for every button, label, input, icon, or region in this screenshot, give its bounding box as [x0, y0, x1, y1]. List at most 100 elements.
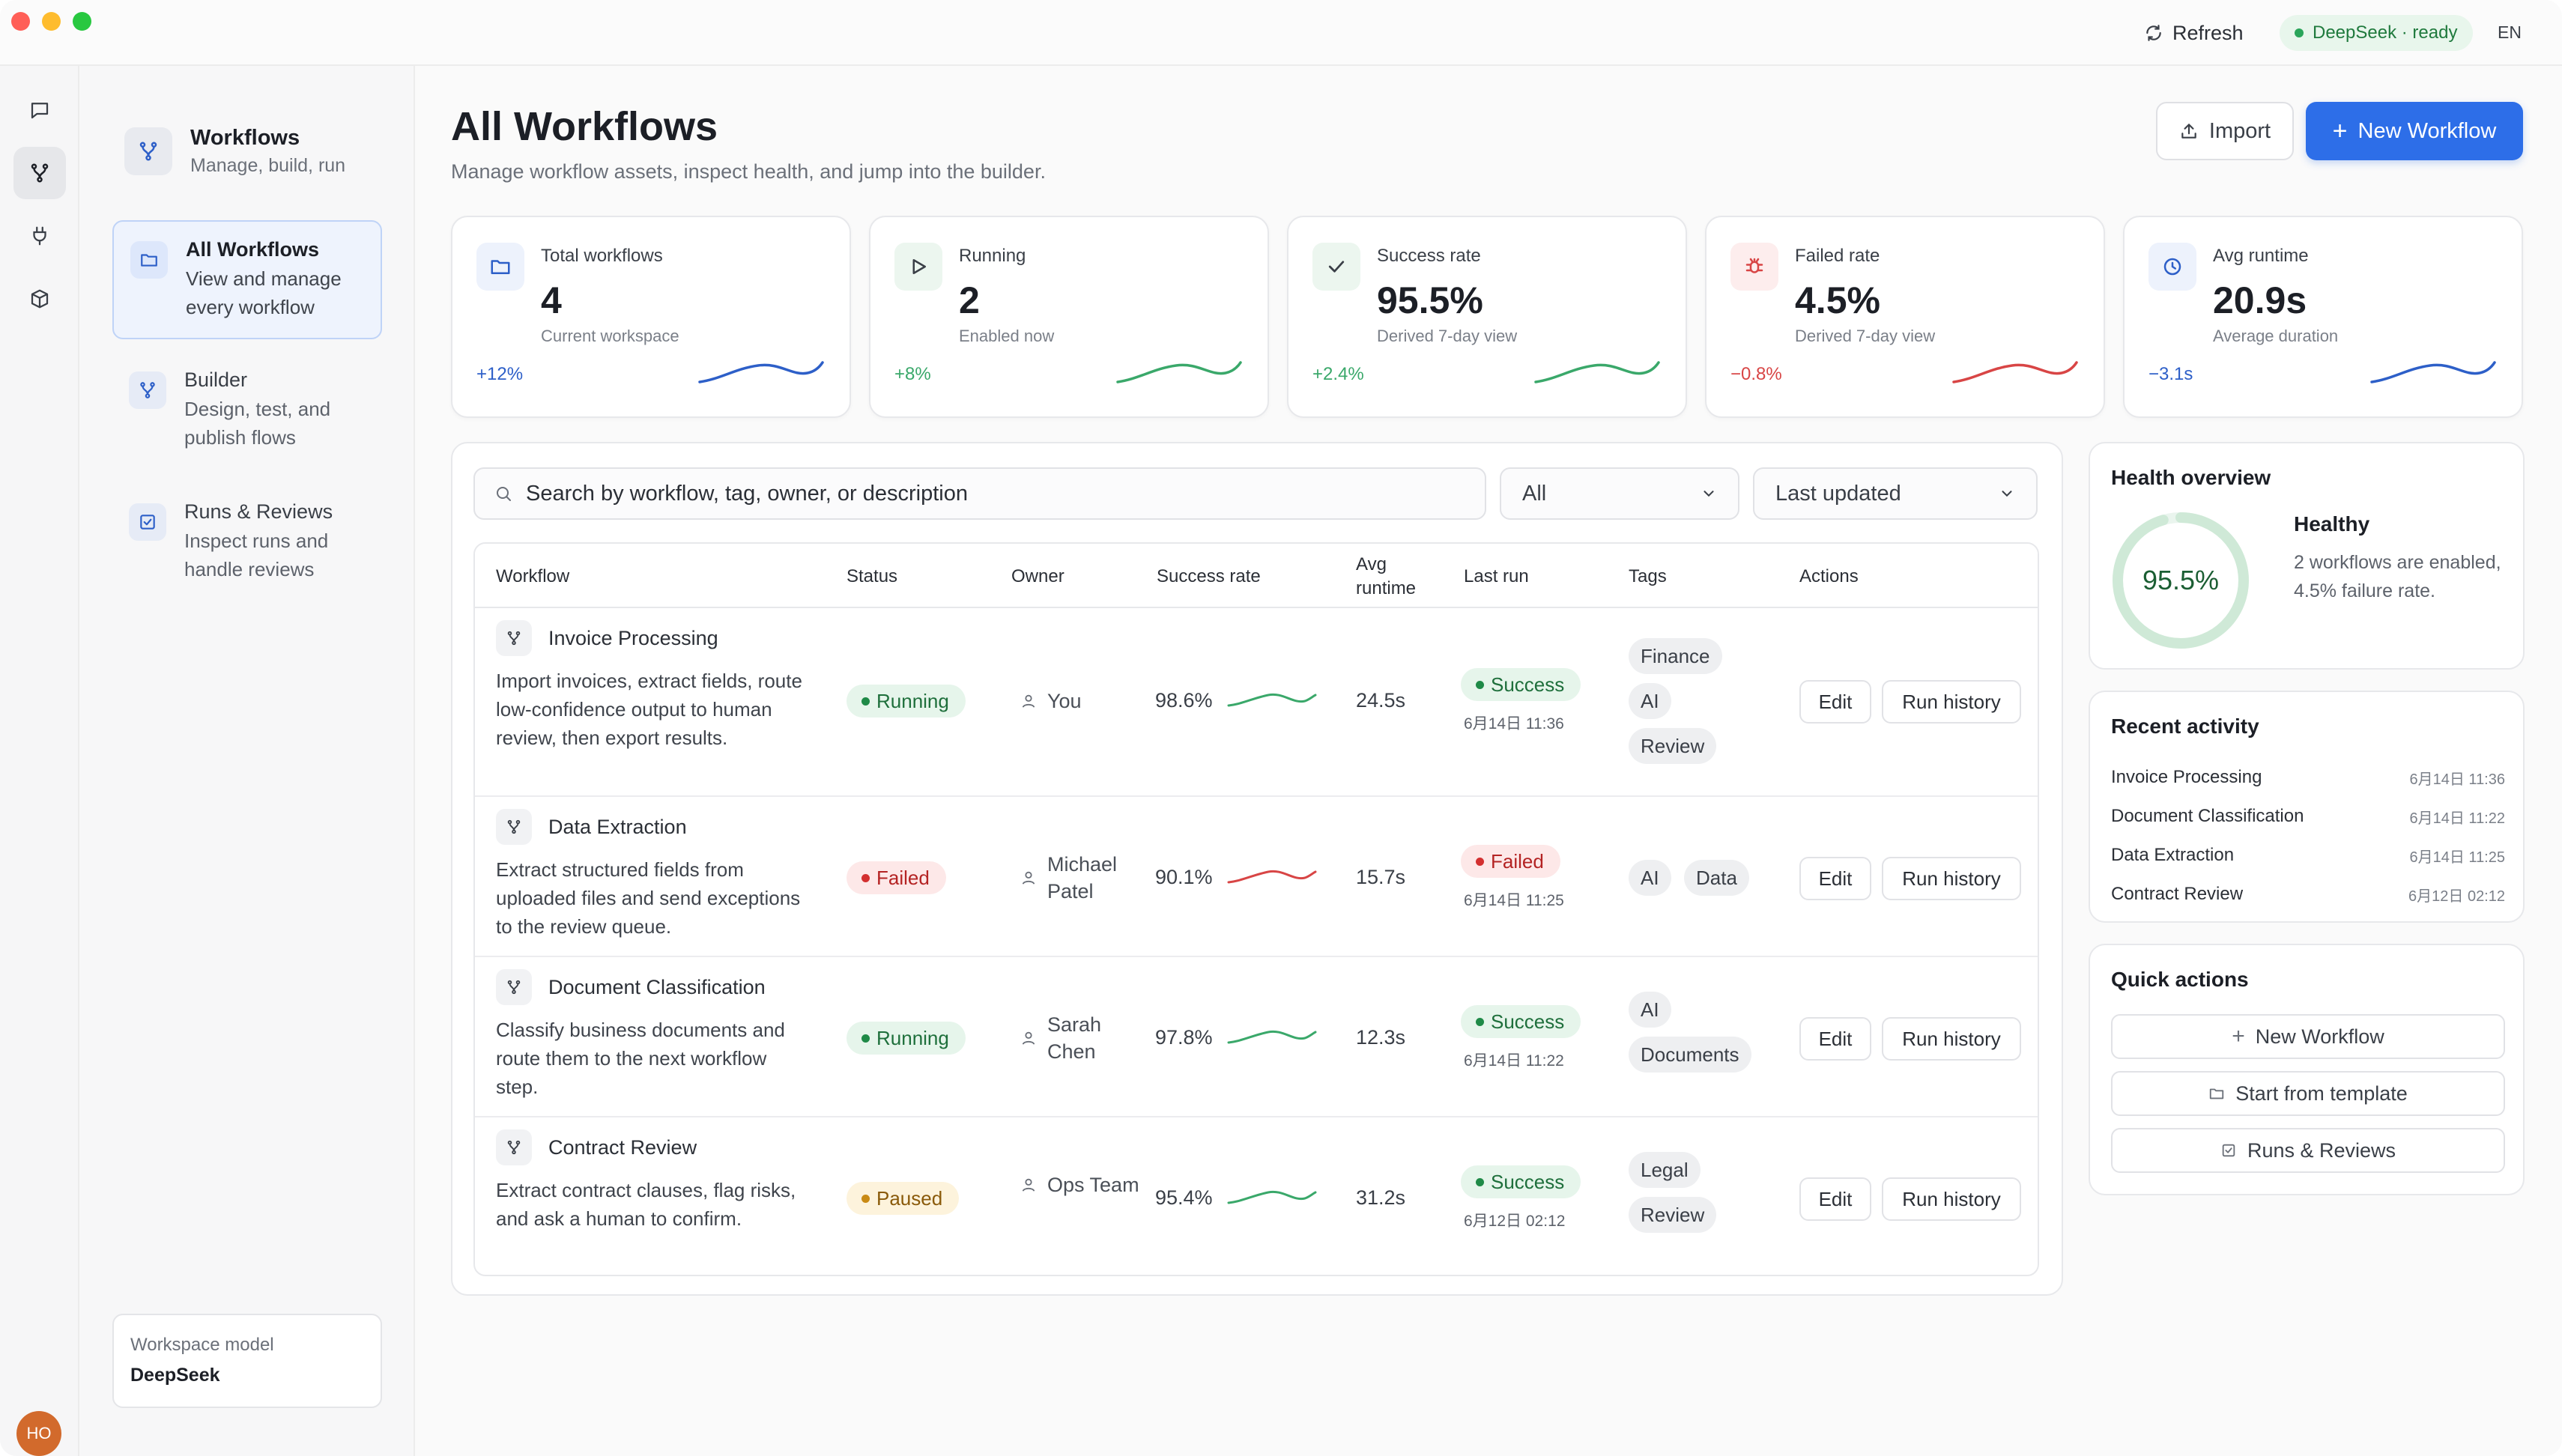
success-rate-value: 90.1%	[1155, 866, 1213, 888]
stat-delta: +8%	[894, 364, 931, 384]
import-button[interactable]: Import	[2156, 102, 2294, 160]
tag-chip[interactable]: Finance	[1629, 638, 1722, 674]
run-history-button[interactable]: Run history	[1882, 857, 2021, 900]
tag-chip[interactable]: Review	[1629, 728, 1717, 764]
nav-item-runs-reviews[interactable]: Runs & Reviews Inspect runs and handle r…	[112, 484, 382, 600]
stat-delta: +2.4%	[1312, 364, 1364, 384]
workflow-icon	[507, 819, 521, 834]
success-rate-value: 98.6%	[1155, 689, 1213, 712]
activity-item[interactable]: Data Extraction 6月14日 11:25	[2111, 845, 2505, 867]
plus-icon: +	[2332, 117, 2348, 145]
nav-header-title: Workflows	[190, 126, 300, 150]
success-rate-sparkline	[1227, 870, 1317, 884]
stat-delta: +12%	[476, 364, 524, 384]
stat-sparkline	[2370, 361, 2496, 383]
nav-item-all-workflows[interactable]: All Workflows View and manage every work…	[112, 220, 382, 339]
page-title: All Workflows	[451, 104, 718, 149]
activity-name: Invoice Processing	[2111, 767, 2262, 787]
success-rate-sparkline	[1227, 1190, 1317, 1204]
activity-title: Recent activity	[2111, 715, 2259, 738]
success-rate-value: 95.4%	[1155, 1186, 1213, 1209]
tag-chip[interactable]: Review	[1629, 1197, 1717, 1233]
table-row[interactable]: Invoice Processing Import invoices, extr…	[475, 608, 2038, 797]
checklist-icon	[2222, 1144, 2235, 1157]
tag-chip[interactable]: AI	[1629, 992, 1671, 1028]
recent-activity-card: Recent activity Invoice Processing 6月14日…	[2089, 691, 2525, 923]
start-template-label: Start from template	[2235, 1082, 2408, 1105]
nav-item-builder[interactable]: Builder Design, test, and publish flows	[112, 352, 382, 468]
stat-value: 20.9s	[2213, 279, 2307, 321]
health-status: Healthy	[2294, 512, 2370, 536]
nav-item-icon-box	[129, 503, 166, 541]
edit-button[interactable]: Edit	[1799, 680, 1871, 724]
edit-button[interactable]: Edit	[1799, 1017, 1871, 1061]
refresh-button[interactable]: Refresh	[2144, 16, 2244, 49]
rail-chat-button[interactable]	[13, 84, 66, 136]
edit-button[interactable]: Edit	[1799, 857, 1871, 900]
run-history-button[interactable]: Run history	[1882, 1177, 2021, 1221]
table-row[interactable]: Contract Review Extract contract clauses…	[475, 1117, 2038, 1275]
stat-card-running[interactable]: Running 2 Enabled now +8%	[869, 216, 1269, 418]
avg-runtime-value: 15.7s	[1356, 866, 1406, 888]
stat-card-total[interactable]: Total workflows 4 Current workspace +12%	[451, 216, 851, 418]
maximize-window-button[interactable]	[73, 12, 91, 31]
workflow-icon	[140, 382, 155, 398]
table-row[interactable]: Document Classification Classify busines…	[475, 957, 2038, 1117]
status-filter-select[interactable]: All	[1500, 467, 1739, 520]
status-badge: Running	[847, 685, 966, 718]
quick-new-workflow-button[interactable]: + New Workflow	[2111, 1014, 2505, 1059]
workspace-model-card[interactable]: Workspace model DeepSeek	[112, 1314, 382, 1408]
activity-item[interactable]: Invoice Processing 6月14日 11:36	[2111, 767, 2505, 789]
minimize-window-button[interactable]	[42, 12, 61, 31]
workflow-icon	[507, 631, 521, 646]
table-row[interactable]: Data Extraction Extract structured field…	[475, 797, 2038, 957]
workflow-name-text: Invoice Processing	[548, 626, 718, 649]
edit-button[interactable]: Edit	[1799, 1177, 1871, 1221]
stat-label: Running	[959, 246, 1026, 266]
tag-chip[interactable]: AI	[1629, 683, 1671, 719]
quick-actions-card: Quick actions + New Workflow Start from …	[2089, 944, 2525, 1195]
chevron-down-icon	[1704, 491, 1714, 497]
search-icon	[497, 487, 511, 501]
run-history-button[interactable]: Run history	[1882, 680, 2021, 724]
workflow-desc: Extract structured fields from uploaded …	[496, 858, 801, 938]
tag-chip[interactable]: AI	[1629, 860, 1671, 896]
stat-value: 2	[959, 279, 980, 321]
activity-item[interactable]: Document Classification 6月14日 11:22	[2111, 806, 2505, 828]
avatar[interactable]: HO	[16, 1411, 61, 1456]
activity-item[interactable]: Contract Review 6月12日 02:12	[2111, 884, 2505, 906]
stat-card-success-rate[interactable]: Success rate 95.5% Derived 7-day view +2…	[1287, 216, 1687, 418]
refresh-icon	[2146, 25, 2161, 41]
stat-card-failed-rate[interactable]: Failed rate 4.5% Derived 7-day view −0.8…	[1705, 216, 2105, 418]
close-window-button[interactable]	[11, 12, 30, 31]
tag-chip[interactable]: Documents	[1629, 1037, 1751, 1073]
workflow-desc: Extract contract clauses, flag risks, an…	[496, 1179, 796, 1230]
workflow-name-text: Document Classification	[548, 975, 766, 998]
sort-select[interactable]: Last updated	[1753, 467, 2038, 520]
run-history-button[interactable]: Run history	[1882, 1017, 2021, 1061]
stat-value: 4.5%	[1795, 279, 1880, 321]
language-switch[interactable]: EN	[2498, 22, 2522, 43]
start-from-template-button[interactable]: Start from template	[2111, 1071, 2505, 1116]
rail-integrations-button[interactable]	[13, 210, 66, 262]
workflows-table: Workflow Status Owner Success rate Avg r…	[473, 542, 2039, 1276]
workflow-name[interactable]: Invoice Processing	[496, 620, 718, 656]
tag-chip[interactable]: Legal	[1629, 1152, 1701, 1188]
quick-runs-reviews-button[interactable]: Runs & Reviews	[2111, 1128, 2505, 1173]
last-run-status-badge: Success	[1461, 1165, 1581, 1198]
user-icon	[1022, 871, 1035, 885]
search-input[interactable]: Search by workflow, tag, owner, or descr…	[473, 467, 1486, 520]
rail-workflows-button[interactable]	[13, 147, 66, 199]
stat-card-avg-runtime[interactable]: Avg runtime 20.9s Average duration −3.1s	[2123, 216, 2523, 418]
workflow-name[interactable]: Document Classification	[496, 969, 766, 1005]
folder-icon	[141, 254, 157, 267]
workflow-name[interactable]: Data Extraction	[496, 809, 687, 845]
stat-icon-box	[894, 243, 942, 291]
workflow-name[interactable]: Contract Review	[496, 1129, 697, 1165]
stat-label: Avg runtime	[2213, 246, 2309, 266]
model-status-badge: DeepSeek · ready	[2280, 15, 2473, 51]
new-workflow-button[interactable]: + New Workflow	[2306, 102, 2523, 160]
workflow-icon-box	[496, 809, 532, 845]
rail-models-button[interactable]	[13, 273, 66, 325]
tag-chip[interactable]: Data	[1684, 860, 1749, 896]
